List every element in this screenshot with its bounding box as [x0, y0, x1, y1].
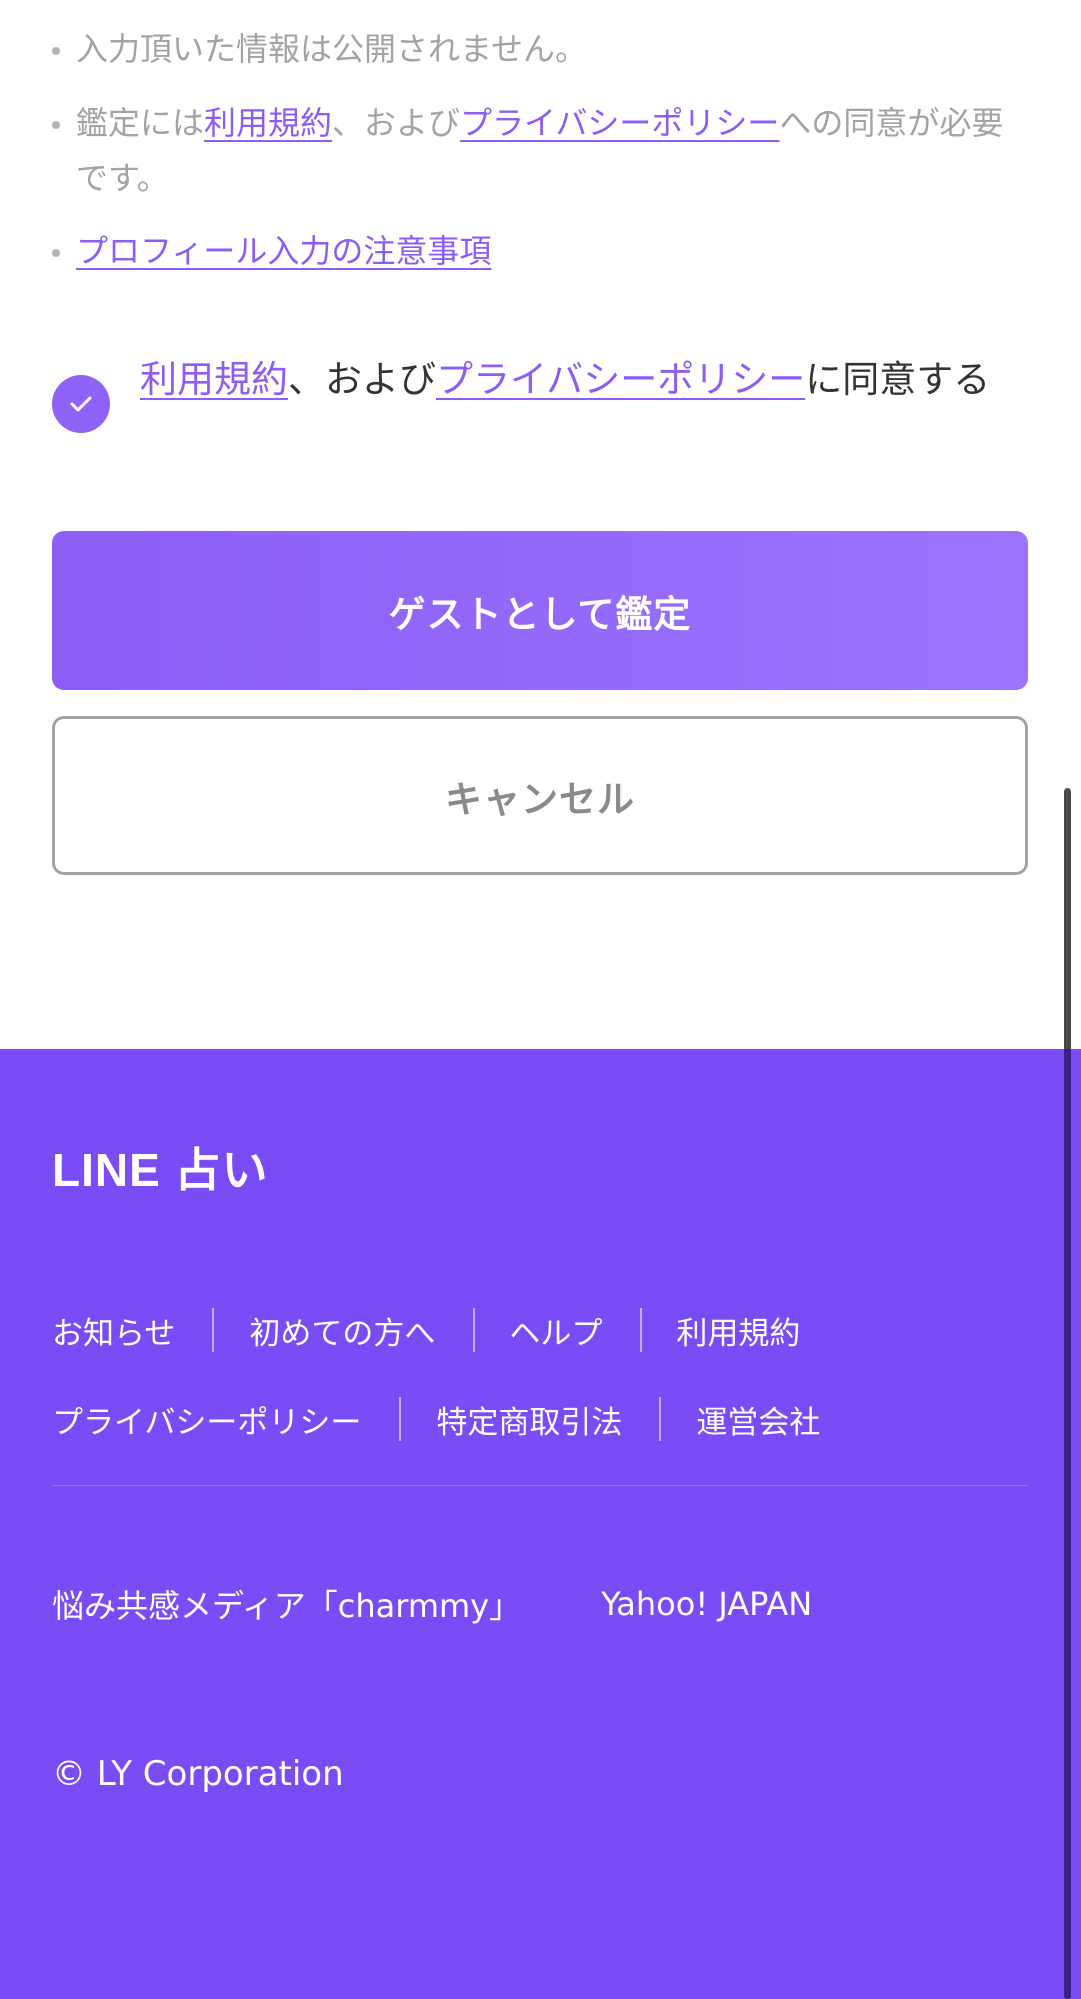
footer-link-commerce-law[interactable]: 特定商取引法 — [436, 1397, 622, 1442]
yahoo-japan-link[interactable]: Yahoo! JAPAN — [601, 1585, 812, 1623]
bullet-icon — [52, 121, 60, 129]
agreement-privacy-link[interactable]: プライバシーポリシー — [436, 358, 805, 401]
bullet-icon — [52, 47, 60, 55]
line-uranai-logo[interactable]: LINE 占い — [52, 1145, 269, 1195]
note-item: 入力頂いた情報は公開されません。 — [52, 22, 1027, 77]
terms-link[interactable]: 利用規約 — [204, 104, 332, 142]
footer-link-help[interactable]: ヘルプ — [509, 1308, 602, 1353]
footer-link-privacy[interactable]: プライバシーポリシー — [52, 1397, 361, 1442]
check-icon — [70, 396, 92, 412]
footer-link-company[interactable]: 運営会社 — [696, 1397, 820, 1442]
footer-link-beginners[interactable]: 初めての方へ — [249, 1308, 435, 1353]
footer-divider — [52, 1485, 1028, 1486]
agreement-middle: 、および — [288, 358, 436, 401]
note-item: プロフィール入力の注意事項 — [52, 224, 1027, 279]
footer-links-row-1: お知らせ 初めての方へ ヘルプ 利用規約 — [52, 1306, 800, 1354]
footer-divider-bar — [473, 1308, 476, 1352]
footer-links-row-2: プライバシーポリシー 特定商取引法 運営会社 — [52, 1395, 820, 1443]
footer-link-news[interactable]: お知らせ — [52, 1308, 175, 1353]
privacy-policy-link[interactable]: プライバシーポリシー — [460, 104, 779, 142]
external-links-row: 悩み共感メディア「charmmy」 Yahoo! JAPAN — [52, 1580, 812, 1628]
note-middle: 、および — [332, 104, 461, 142]
guest-reading-button[interactable]: ゲストとして鑑定 — [52, 531, 1028, 690]
footer-divider-bar — [640, 1308, 643, 1352]
copyright: © LY Corporation — [52, 1754, 344, 1794]
charmmy-link[interactable]: 悩み共感メディア「charmmy」 — [52, 1581, 521, 1627]
footer: LINE 占い お知らせ 初めての方へ ヘルプ 利用規約 プライバシーポリシー … — [0, 1049, 1081, 1999]
notes-list: 入力頂いた情報は公開されません。 鑑定には利用規約、およびプライバシーポリシーへ… — [52, 22, 1027, 299]
agreement-terms-link[interactable]: 利用規約 — [140, 358, 288, 401]
footer-divider-bar — [659, 1397, 662, 1441]
note-text: 入力頂いた情報は公開されません。 — [76, 30, 588, 68]
agreement-text: 利用規約、およびプライバシーポリシーに同意する — [140, 360, 1030, 400]
footer-link-terms[interactable]: 利用規約 — [676, 1308, 800, 1353]
footer-divider-bar — [399, 1397, 402, 1441]
scrollbar-footer-segment — [1064, 1049, 1071, 1999]
profile-notes-link[interactable]: プロフィール入力の注意事項 — [76, 232, 491, 270]
agreement-checkbox[interactable] — [52, 375, 110, 433]
note-item: 鑑定には利用規約、およびプライバシーポリシーへの同意が必要です。 — [52, 96, 1027, 206]
note-prefix: 鑑定には — [76, 104, 205, 142]
agreement-suffix: に同意する — [805, 358, 991, 401]
footer-divider-bar — [212, 1308, 215, 1352]
bullet-icon — [52, 249, 60, 257]
cancel-button[interactable]: キャンセル — [52, 716, 1028, 875]
